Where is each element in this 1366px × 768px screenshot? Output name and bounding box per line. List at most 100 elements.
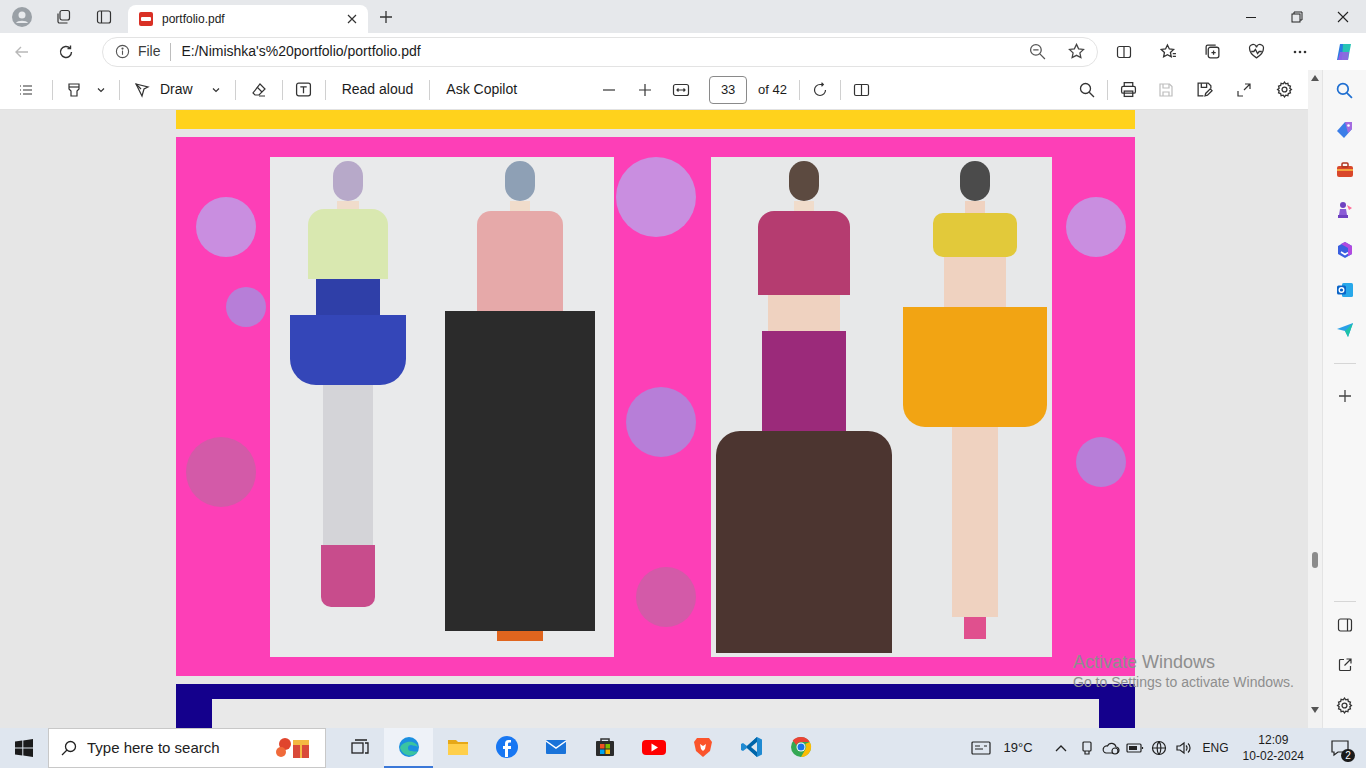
zoom-out-button-icon[interactable] (591, 70, 627, 110)
battery-icon[interactable] (1123, 728, 1147, 768)
address-field[interactable]: File E:/Nimishka's%20portfolio/portfolio… (102, 37, 1099, 67)
language-indicator[interactable]: ENG (1195, 739, 1237, 757)
new-tab-icon[interactable] (368, 0, 404, 33)
settings-icon[interactable] (1264, 70, 1304, 110)
eraser-icon[interactable] (236, 70, 282, 110)
refresh-icon[interactable] (44, 33, 88, 70)
tab-strip: portfolio.pdf (0, 0, 1366, 33)
notifications-button[interactable]: 2 (1318, 728, 1362, 768)
workspaces-icon[interactable] (44, 0, 82, 33)
pdf-file-icon (138, 11, 154, 27)
print-icon[interactable] (1108, 70, 1148, 110)
taskbar-search[interactable]: Type here to search (48, 728, 326, 768)
task-view-icon[interactable] (336, 728, 384, 768)
taskbar: Type here to search 19°C ENG 12:09 10-02… (0, 728, 1366, 768)
chrome-icon[interactable] (776, 728, 825, 768)
weather-text[interactable]: 19°C (1004, 738, 1033, 758)
split-screen-icon[interactable] (1102, 33, 1146, 70)
sketch-figure (903, 161, 1047, 639)
fullscreen-icon[interactable] (1224, 70, 1264, 110)
brave-icon[interactable] (678, 728, 727, 768)
watermark-subtitle: Go to Settings to activate Windows. (1073, 673, 1294, 691)
edge-sidebar (1322, 70, 1366, 728)
save-icon (1148, 70, 1184, 110)
file-explorer-icon[interactable] (433, 728, 482, 768)
search-placeholder: Type here to search (87, 737, 265, 760)
outlook-icon[interactable] (1323, 270, 1366, 310)
vscode-icon[interactable] (727, 728, 776, 768)
shopping-icon[interactable] (1323, 110, 1366, 150)
scrollbar[interactable] (1308, 70, 1322, 728)
profile-icon[interactable] (0, 0, 44, 33)
search-highlight-icon[interactable] (275, 734, 313, 762)
show-hidden-icons-icon[interactable] (1047, 728, 1075, 768)
tools-icon[interactable] (1323, 150, 1366, 190)
weather-icon[interactable] (968, 728, 994, 768)
copilot-icon[interactable] (1322, 33, 1366, 70)
pdf-page-yellow (176, 110, 1135, 129)
close-tab-icon[interactable] (346, 13, 358, 25)
browser-tab[interactable]: portfolio.pdf (128, 5, 368, 33)
text-box-icon[interactable] (283, 70, 325, 110)
read-aloud-button[interactable]: Read aloud (326, 79, 430, 100)
network-icon[interactable] (1147, 728, 1171, 768)
address-toolbar: File E:/Nimishka's%20portfolio/portfolio… (0, 33, 1366, 70)
scroll-down-icon[interactable] (1311, 702, 1319, 718)
games-icon[interactable] (1323, 190, 1366, 230)
search-icon[interactable] (1323, 70, 1366, 110)
clock[interactable]: 12:09 10-02-2024 (1237, 732, 1310, 764)
add-icon[interactable] (1323, 376, 1366, 416)
favorites-icon[interactable] (1146, 33, 1190, 70)
contents-icon[interactable] (0, 70, 52, 110)
save-as-icon[interactable] (1184, 70, 1224, 110)
collections-icon[interactable] (1190, 33, 1234, 70)
clock-date: 10-02-2024 (1243, 748, 1304, 764)
favorite-star-icon[interactable] (1068, 43, 1085, 60)
page-view-icon[interactable] (841, 70, 881, 110)
notification-count: 2 (1341, 749, 1355, 762)
ask-copilot-button[interactable]: Ask Copilot (430, 79, 533, 100)
draw-button[interactable]: Draw (120, 70, 235, 110)
store-icon[interactable] (580, 728, 629, 768)
tab-list: portfolio.pdf (128, 0, 368, 33)
clock-time: 12:09 (1258, 732, 1288, 748)
minimize-icon[interactable] (1228, 0, 1274, 33)
open-external-icon[interactable] (1323, 645, 1366, 685)
close-window-icon[interactable] (1320, 0, 1366, 33)
find-icon[interactable] (1067, 70, 1107, 110)
performance-icon[interactable] (1234, 33, 1278, 70)
hide-sidebar-icon[interactable] (1323, 605, 1366, 645)
facebook-icon[interactable] (482, 728, 531, 768)
highlight-dropdown-icon[interactable] (91, 70, 111, 110)
page-number-field[interactable]: 33 (709, 76, 747, 104)
scroll-track[interactable] (1308, 86, 1322, 702)
mail-icon[interactable] (531, 728, 580, 768)
back-icon[interactable] (0, 33, 44, 70)
fit-width-icon[interactable] (663, 70, 699, 110)
volume-icon[interactable] (1171, 728, 1195, 768)
info-icon[interactable] (115, 44, 130, 59)
edge-icon[interactable] (384, 728, 433, 768)
sketch-image (711, 157, 1052, 657)
sidebar-settings-icon[interactable] (1323, 685, 1366, 725)
zoom-in-button-icon[interactable] (627, 70, 663, 110)
scroll-thumb[interactable] (1312, 552, 1318, 568)
url-text[interactable]: E:/Nimishka's%20portfolio/portfolio.pdf (181, 41, 1029, 62)
start-icon[interactable] (0, 728, 48, 768)
highlight-icon[interactable] (57, 70, 91, 110)
drop-icon[interactable] (1323, 310, 1366, 350)
vertical-tabs-icon[interactable] (82, 0, 126, 33)
scroll-up-icon[interactable] (1311, 70, 1319, 86)
youtube-icon[interactable] (629, 728, 678, 768)
onedrive-icon[interactable] (1099, 728, 1123, 768)
meet-now-icon[interactable] (1075, 728, 1099, 768)
more-icon[interactable] (1278, 33, 1322, 70)
page-count: of 42 (758, 80, 787, 100)
document-area[interactable] (0, 110, 1308, 728)
pdf-page-blue (176, 684, 1135, 728)
draw-dropdown-icon[interactable] (211, 85, 221, 95)
office-icon[interactable] (1323, 230, 1366, 270)
zoom-out-icon[interactable] (1029, 43, 1046, 60)
restore-icon[interactable] (1274, 0, 1320, 33)
rotate-icon[interactable] (800, 70, 840, 110)
